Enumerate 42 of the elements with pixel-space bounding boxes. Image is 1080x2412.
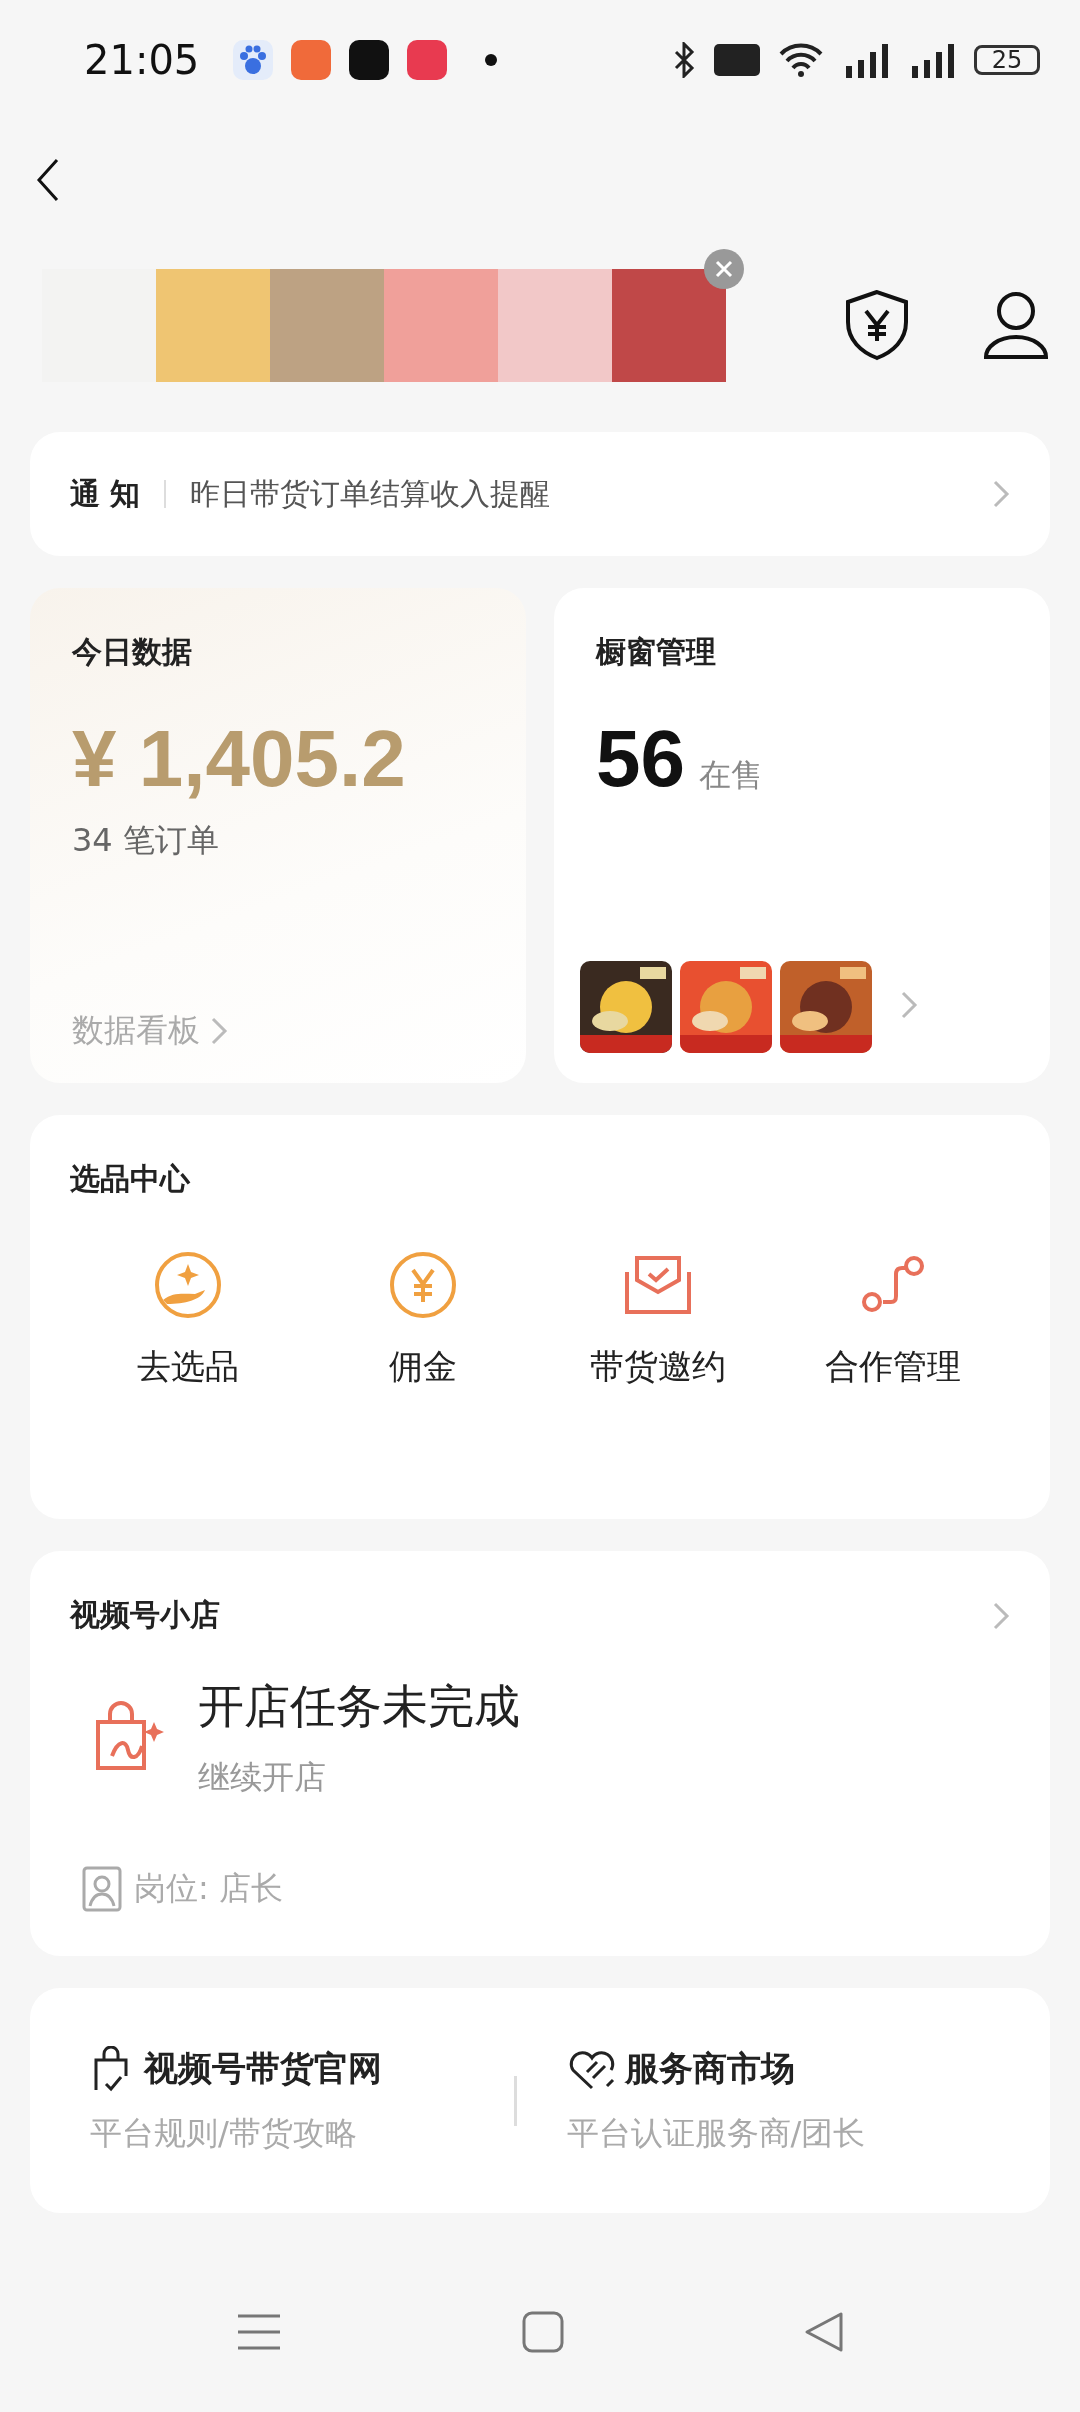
- today-data-card[interactable]: 今日数据 ¥ 1,405.2 34 笔订单 数据看板: [30, 588, 526, 1083]
- home-icon[interactable]: [522, 2311, 564, 2353]
- chevron-right-icon: [210, 1016, 228, 1046]
- notification-dot-icon: [485, 54, 498, 66]
- link-subtitle: 平台规则/带货攻略: [90, 2112, 358, 2154]
- menu-item[interactable]: 佣金: [388, 1344, 457, 1390]
- menu-item[interactable]: 带货邀约: [589, 1344, 726, 1390]
- close-icon[interactable]: [704, 248, 744, 289]
- card-title: 选品中心: [70, 1161, 190, 1196]
- notice-text: 昨日带货订单结算收入提醒: [190, 474, 552, 513]
- role-text: 岗位: 店长: [134, 1868, 283, 1909]
- paw-app-icon: [233, 40, 274, 80]
- task-title: 开店任务未完成: [198, 1678, 520, 1735]
- card-title: 今日数据: [72, 633, 193, 671]
- yen-coin-icon: [387, 1250, 458, 1320]
- link-subtitle: 平台认证服务商/团长: [566, 2112, 867, 2154]
- chevron-right-icon: [992, 1600, 1010, 1631]
- notice-label: 通 知: [70, 474, 141, 513]
- card-title: 橱窗管理: [596, 633, 717, 671]
- chevron-right-icon: [900, 990, 918, 1020]
- notice-bar[interactable]: 通 知 昨日带货订单结算收入提醒: [30, 432, 1050, 556]
- bluetooth-icon: [674, 42, 696, 78]
- amount: ¥ 1,405.2: [72, 713, 407, 805]
- status-time: 21:05: [84, 37, 200, 83]
- back-icon[interactable]: [36, 158, 60, 202]
- menu-icon[interactable]: [236, 2312, 282, 2352]
- order-count: 34 笔订单: [72, 820, 220, 861]
- wifi-icon: [778, 42, 824, 78]
- chevron-right-icon: [992, 479, 1010, 509]
- battery-icon: 25: [974, 45, 1040, 75]
- card-title: 视频号小店: [70, 1596, 220, 1634]
- menu-item[interactable]: 合作管理: [824, 1344, 961, 1390]
- link-title[interactable]: 服务商市场: [624, 2045, 795, 2092]
- shield-yen-icon[interactable]: [844, 289, 910, 361]
- person-icon[interactable]: [982, 289, 1050, 361]
- id-card-icon: [82, 1866, 122, 1912]
- showcase-card[interactable]: 橱窗管理 56 在售: [554, 588, 1050, 1083]
- hand-sparkle-icon: [152, 1250, 223, 1320]
- link-title[interactable]: 视频号带货官网: [144, 2045, 382, 2092]
- on-sale-count: 56: [596, 713, 685, 805]
- menu-item[interactable]: 去选品: [136, 1344, 239, 1390]
- on-sale-label: 在售: [699, 755, 763, 796]
